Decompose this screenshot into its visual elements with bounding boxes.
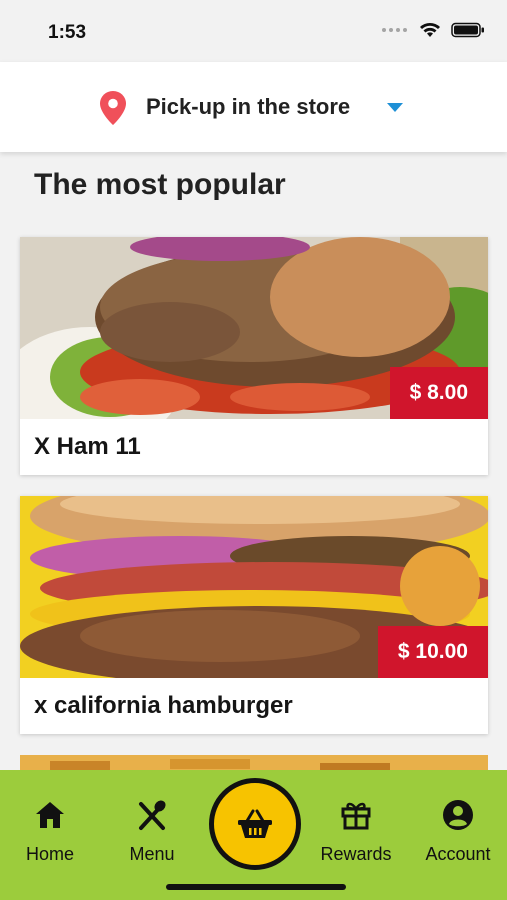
tab-rewards[interactable]: Rewards: [306, 798, 406, 868]
tab-bar: Home Menu Rewards Account: [0, 770, 507, 900]
tab-account[interactable]: Account: [408, 798, 507, 868]
location-pin-icon: [100, 91, 126, 125]
status-icons: [382, 22, 485, 38]
product-card-x-ham-11[interactable]: $ 8.00 X Ham 11: [20, 237, 488, 475]
section-title: The most popular: [34, 168, 286, 201]
tab-home[interactable]: Home: [0, 798, 100, 868]
status-time: 1:53: [48, 22, 87, 43]
tab-label: Rewards: [320, 844, 392, 864]
account-icon: [443, 800, 473, 830]
utensils-icon: [139, 800, 166, 830]
status-bar: 1:53: [0, 0, 507, 62]
gift-icon: [341, 802, 371, 830]
chevron-down-icon: [387, 103, 403, 112]
cart-button[interactable]: [209, 778, 301, 870]
tab-menu[interactable]: Menu: [102, 798, 202, 868]
basket-icon: [238, 809, 272, 838]
price-badge: $ 10.00: [377, 626, 488, 678]
pickup-label: Pick-up in the store: [146, 94, 351, 119]
battery-icon: [451, 22, 484, 38]
tab-label: Account: [425, 844, 491, 864]
tab-label: Home: [25, 844, 74, 864]
product-card-x-california-hamburger[interactable]: $ 10.00 x california hamburger: [20, 496, 488, 734]
home-icon: [36, 802, 64, 828]
tab-label: Menu: [129, 844, 175, 864]
product-name: x california hamburger: [34, 692, 293, 719]
wifi-icon: [420, 23, 440, 37]
price-badge: $ 8.00: [389, 367, 488, 419]
pickup-selector[interactable]: Pick-up in the store: [0, 62, 507, 152]
signal-dots-icon: [382, 28, 407, 32]
home-indicator: [166, 884, 346, 890]
product-name: X Ham 11: [34, 433, 141, 460]
